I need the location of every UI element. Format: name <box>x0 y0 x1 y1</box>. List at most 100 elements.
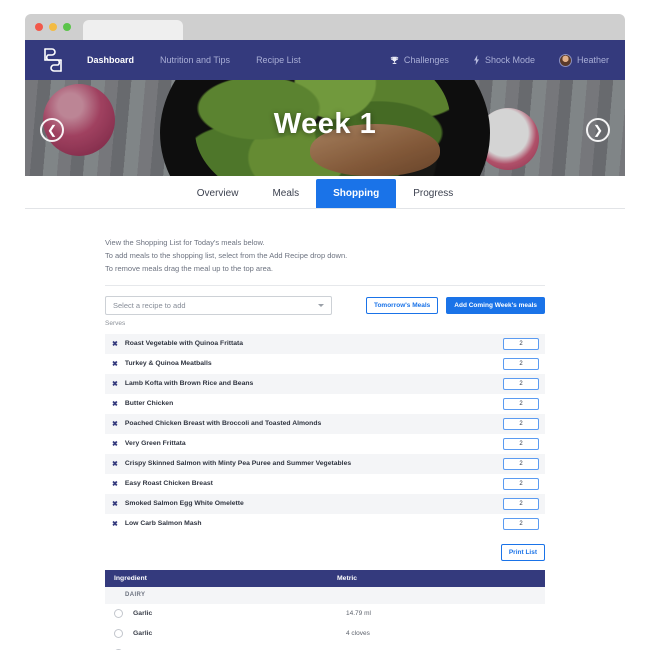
nav-item-recipe-list[interactable]: Recipe List <box>256 55 301 65</box>
ingredients-table: Ingredient Metric DAIRY Garlic 14.79 ml … <box>105 569 545 650</box>
nav-item-challenges[interactable]: Challenges <box>390 55 449 65</box>
meal-quantity-input[interactable]: 2 <box>503 417 539 430</box>
instructions-line-3: To remove meals drag the meal up to the … <box>105 263 274 273</box>
top-navbar: Dashboard Nutrition and Tips Recipe List… <box>25 40 625 80</box>
tab-progress[interactable]: Progress <box>396 179 470 208</box>
tab-overview[interactable]: Overview <box>180 179 256 208</box>
nav-item-nutrition-and-tips[interactable]: Nutrition and Tips <box>160 55 230 65</box>
meal-row[interactable]: ✖ Butter Chicken 2 <box>105 394 545 414</box>
meal-quantity-input[interactable]: 2 <box>503 397 539 410</box>
ingredient-checkbox[interactable] <box>114 609 123 619</box>
hero-banner: ❮ Week 1 ❯ <box>25 80 625 176</box>
meal-name: Butter Chicken <box>124 400 174 408</box>
nav-item-user-profile[interactable]: Heather <box>558 53 609 67</box>
meal-row[interactable]: ✖ Roast Vegetable with Quinoa Frittata 2 <box>105 333 545 354</box>
ingredient-metric: 14.79 ml <box>346 610 371 618</box>
nav-item-shock-mode[interactable]: Shock Mode <box>473 55 535 65</box>
nav-label-challenges: Challenges <box>403 55 449 65</box>
tomorrows-meals-button[interactable]: Tomorrow's Meals <box>365 296 439 314</box>
meal-quantity-input[interactable]: 2 <box>503 357 539 370</box>
meal-row[interactable]: ✖ Very Green Frittata 2 <box>105 434 545 454</box>
meal-name: Smoked Salmon Egg White Omelette <box>124 500 244 508</box>
remove-meal-icon[interactable]: ✖ <box>112 520 118 528</box>
ingredient-checkbox[interactable] <box>114 629 123 639</box>
column-header-metric: Metric <box>337 574 358 582</box>
meal-name: Lamb Kofta with Brown Rice and Beans <box>124 380 254 388</box>
remove-meal-icon[interactable]: ✖ <box>112 340 118 348</box>
chevron-down-icon <box>317 303 324 307</box>
remove-meal-icon[interactable]: ✖ <box>112 360 118 368</box>
trophy-icon <box>390 56 399 65</box>
ingredient-metric: 4 cloves <box>346 630 370 638</box>
nav-label-username: Heather <box>576 55 609 65</box>
minimize-window-button[interactable] <box>49 23 57 31</box>
meal-name: Poached Chicken Breast with Broccoli and… <box>124 420 322 428</box>
nav-label-shock-mode: Shock Mode <box>484 55 535 65</box>
meal-name: Turkey & Quinoa Meatballs <box>124 360 212 368</box>
meal-row[interactable]: ✖ Turkey & Quinoa Meatballs 2 <box>105 354 545 374</box>
remove-meal-icon[interactable]: ✖ <box>112 500 118 508</box>
meal-name: Roast Vegetable with Quinoa Frittata <box>124 340 244 348</box>
remove-meal-icon[interactable]: ✖ <box>112 480 118 488</box>
browser-viewport: Dashboard Nutrition and Tips Recipe List… <box>25 40 625 650</box>
recipe-select-value: Select a recipe to add <box>113 300 186 310</box>
meal-name: Very Green Frittata <box>124 440 186 448</box>
meal-row[interactable]: ✖ Crispy Skinned Salmon with Minty Pea P… <box>105 453 545 474</box>
meal-quantity-input[interactable]: 2 <box>503 377 539 390</box>
browser-chrome <box>25 14 625 40</box>
table-row[interactable]: Garlic 14.79 ml <box>105 604 545 624</box>
remove-meal-icon[interactable]: ✖ <box>112 420 118 428</box>
ingredient-name: Garlic <box>133 610 153 618</box>
window-controls[interactable] <box>35 23 71 31</box>
app-screenshot: Dashboard Nutrition and Tips Recipe List… <box>0 0 649 650</box>
remove-meal-icon[interactable]: ✖ <box>112 460 118 468</box>
nav-item-dashboard[interactable]: Dashboard <box>87 55 134 65</box>
meal-quantity-input[interactable]: 2 <box>503 497 539 510</box>
bracket-logo-icon[interactable] <box>41 47 65 73</box>
chevron-right-icon[interactable]: ❯ <box>586 118 610 142</box>
meal-quantity-input[interactable]: 2 <box>503 437 539 450</box>
print-list-row: Print List <box>105 543 545 561</box>
instructions: View the Shopping List for Today's meals… <box>105 237 545 276</box>
meal-row[interactable]: ✖ Lamb Kofta with Brown Rice and Beans 2 <box>105 373 545 394</box>
print-list-button[interactable]: Print List <box>500 543 545 561</box>
page-title: Week 1 <box>273 108 377 140</box>
shopping-panel: View the Shopping List for Today's meals… <box>25 209 625 650</box>
table-row[interactable]: Garlic 4 cloves <box>105 624 545 644</box>
ingredient-name: Garlic <box>133 630 153 638</box>
remove-meal-icon[interactable]: ✖ <box>112 380 118 388</box>
remove-meal-icon[interactable]: ✖ <box>112 400 118 408</box>
meal-quantity-input[interactable]: 2 <box>503 517 539 530</box>
meal-quantity-input[interactable]: 2 <box>503 457 539 470</box>
add-coming-weeks-meals-button[interactable]: Add Coming Week's meals <box>446 296 545 314</box>
tab-shopping[interactable]: Shopping <box>316 179 397 208</box>
recipe-select[interactable]: Select a recipe to add <box>105 295 332 315</box>
meal-row[interactable]: ✖ Low Carb Salmon Mash 2 <box>105 514 545 534</box>
tab-meals[interactable]: Meals <box>255 179 316 208</box>
section-tabs: Overview Meals Shopping Progress <box>25 176 625 209</box>
instructions-line-2: To add meals to the shopping list, selec… <box>105 250 348 260</box>
browser-tab[interactable] <box>83 20 183 40</box>
primary-nav: Dashboard Nutrition and Tips Recipe List <box>87 55 301 65</box>
remove-meal-icon[interactable]: ✖ <box>112 440 118 448</box>
table-header: Ingredient Metric <box>105 569 545 587</box>
serves-label: Serves <box>105 319 126 327</box>
lightning-icon <box>473 55 480 65</box>
instructions-line-1: View the Shopping List for Today's meals… <box>105 238 265 247</box>
meal-row[interactable]: ✖ Poached Chicken Breast with Broccoli a… <box>105 413 545 434</box>
maximize-window-button[interactable] <box>63 23 71 31</box>
meal-name: Easy Roast Chicken Breast <box>124 480 213 488</box>
meal-row[interactable]: ✖ Easy Roast Chicken Breast 2 <box>105 474 545 494</box>
column-header-ingredient: Ingredient <box>114 574 147 582</box>
meal-name: Low Carb Salmon Mash <box>124 520 202 528</box>
meal-quantity-input[interactable]: 2 <box>503 477 539 490</box>
close-window-button[interactable] <box>35 23 43 31</box>
table-row[interactable]: Garlic clove 1 piece <box>105 644 545 650</box>
meal-row[interactable]: ✖ Smoked Salmon Egg White Omelette 2 <box>105 493 545 514</box>
meal-name: Crispy Skinned Salmon with Minty Pea Pur… <box>124 460 352 468</box>
avatar <box>558 53 572 67</box>
meal-quantity-input[interactable]: 2 <box>503 337 539 350</box>
meal-list: ✖ Roast Vegetable with Quinoa Frittata 2… <box>105 333 545 534</box>
shopping-controls: Select a recipe to add Tomorrow's Meals … <box>105 295 545 315</box>
table-section-dairy: DAIRY <box>105 586 545 604</box>
